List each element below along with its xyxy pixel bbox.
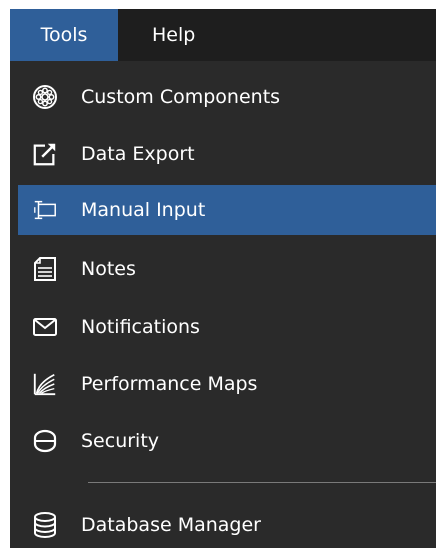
menu-tools-label: Tools [40, 24, 88, 46]
menu-item-label: Database Manager [81, 514, 261, 536]
notes-icon [32, 256, 58, 282]
app-window: Tools Help Custom Components Data Export… [0, 0, 436, 548]
menu-item-database-manager[interactable]: Database Manager [18, 500, 436, 548]
gear-ring-icon [32, 84, 58, 110]
tools-dropdown-menu: Custom Components Data Export Manual Inp… [10, 61, 436, 548]
envelope-icon [32, 314, 58, 340]
menu-item-label: Custom Components [81, 86, 281, 108]
menu-item-notifications[interactable]: Notifications [18, 302, 436, 352]
menu-item-label: Notifications [81, 316, 200, 338]
text-input-icon [32, 197, 58, 223]
menu-item-label: Performance Maps [81, 373, 258, 395]
menu-item-label: Data Export [81, 143, 195, 165]
menu-item-data-export[interactable]: Data Export [18, 129, 436, 179]
menu-item-notes[interactable]: Notes [18, 244, 436, 294]
shield-icon [32, 428, 58, 454]
menu-item-label: Notes [81, 258, 136, 280]
menu-separator [88, 482, 436, 483]
menu-tools[interactable]: Tools [10, 9, 118, 61]
database-icon [32, 512, 58, 538]
menu-item-label: Manual Input [81, 199, 206, 221]
menu-item-custom-components[interactable]: Custom Components [18, 72, 436, 122]
menu-help-label: Help [152, 24, 196, 46]
menu-item-security[interactable]: Security [18, 416, 436, 466]
menu-item-label: Security [81, 430, 160, 452]
menu-bar: Tools Help [10, 9, 436, 61]
menu-item-performance-maps[interactable]: Performance Maps [18, 359, 436, 409]
export-arrow-icon [32, 141, 58, 167]
menu-item-manual-input[interactable]: Manual Input [18, 185, 436, 235]
menu-help[interactable]: Help [118, 9, 195, 61]
performance-map-icon [32, 371, 58, 397]
